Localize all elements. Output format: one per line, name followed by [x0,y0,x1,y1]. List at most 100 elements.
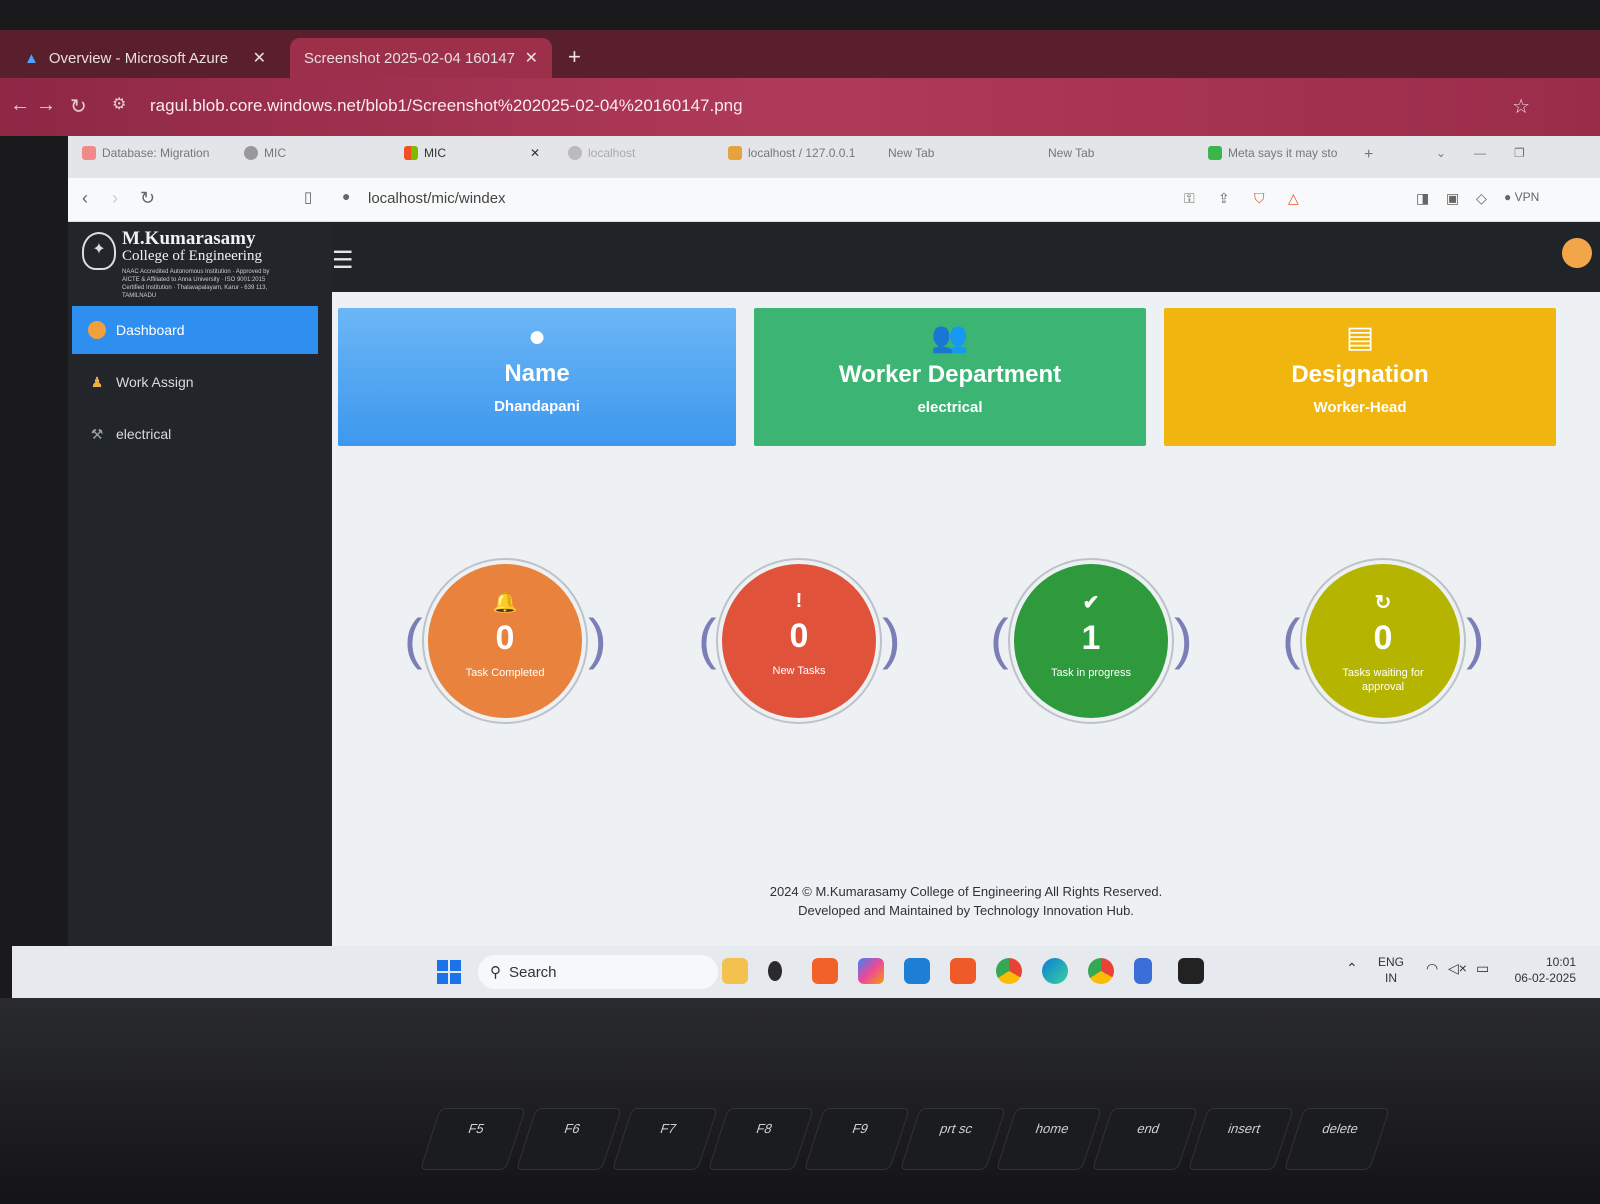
inner-tab[interactable]: localhost [568,146,635,160]
share-icon[interactable]: ⇪ [1218,190,1230,207]
stat-task-completed[interactable]: ( 🔔 0 Task Completed ) [404,558,607,724]
card-title: Name [504,360,570,387]
inner-address-bar: ‹ › ↻ ▯ ● localhost/mic/windex ⚿ ⇪ ⛉ △ ◨… [68,178,1600,222]
minimize-icon[interactable]: — [1474,146,1486,160]
outer-tab-azure[interactable]: ▲ Overview - Microsoft Azure ✕ [10,38,280,78]
star-icon[interactable]: ☆ [1512,94,1530,119]
back-icon[interactable]: ← [10,94,30,117]
brave-icon[interactable] [950,958,976,984]
college-logo[interactable]: ✦ M.Kumarasamy College of Engineering NA… [82,228,322,306]
card-value: Worker-Head [1313,399,1407,416]
brave-rewards-icon[interactable]: △ [1288,190,1299,207]
battery-icon[interactable]: ▭ [1476,960,1489,976]
inner-tab[interactable]: New Tab [888,146,934,160]
new-tab-button[interactable]: + [1364,146,1373,164]
sidebar-item-dashboard[interactable]: Dashboard [72,306,318,354]
card-title: Worker Department [838,361,1062,388]
reload-icon[interactable]: ↻ [70,94,87,119]
outer-tab-screenshot[interactable]: Screenshot 2025-02-04 160147 ✕ [290,38,552,78]
windows-start-icon[interactable] [437,960,461,984]
close-icon[interactable]: ✕ [525,48,538,68]
sidebar-item-work-assign[interactable]: ♟ Work Assign [72,358,318,406]
vpn-button[interactable]: ● VPN [1504,190,1539,204]
xampp-icon[interactable] [812,958,838,984]
inner-tab[interactable]: Meta says it may sto [1208,146,1337,160]
restore-icon[interactable]: ❐ [1514,146,1525,160]
bell-icon: 🔔 [492,592,518,614]
outer-address-bar: ← → ↻ ⚙ ragul.blob.core.windows.net/blob… [0,78,1600,136]
wifi-icon[interactable]: ◠ [1426,960,1438,976]
menu-icon[interactable]: ☰ [332,246,354,275]
stat-task-in-progress[interactable]: ( ✔ 1 Task in progress ) [990,558,1193,724]
edge-icon[interactable] [1042,958,1068,984]
inner-tab-label: MIC [264,146,286,160]
chrome-profile-icon[interactable] [1088,958,1114,984]
card-title: Designation [1291,361,1429,388]
bracket-left: ( [404,607,423,670]
stat-circle: ! 0 New Tasks [722,564,876,718]
footer-copyright: 2024 © M.Kumarasamy College of Engineeri… [769,884,1163,899]
worker-icon: ⚒ [90,425,104,442]
new-tab-button[interactable]: + [568,44,581,70]
sidebar-item-electrical[interactable]: ⚒ electrical [72,410,318,458]
inner-tab-bar: Database: Migration MIC MIC ✕ localhost l… [68,136,1600,178]
stat-new-tasks[interactable]: ( ! 0 New Tasks ) [698,558,901,724]
brave-shield-icon[interactable]: ⛉ [1254,190,1265,207]
sidebar-icon[interactable]: ◨ [1416,190,1429,207]
outer-tab-bar: ▲ Overview - Microsoft Azure ✕ Screensho… [0,30,1600,78]
taskbar-search[interactable]: ⚲ Search [478,955,718,989]
reload-icon[interactable]: ↻ [140,188,155,209]
info-icon[interactable]: ● [342,188,350,204]
copilot-icon[interactable] [858,958,884,984]
outer-url-field[interactable]: ragul.blob.core.windows.net/blob1/Screen… [150,96,743,116]
id-card-icon: ▤ [1345,321,1375,354]
vscode-icon[interactable] [904,958,930,984]
inner-tab[interactable]: New Tab [1048,146,1094,160]
file-explorer-icon[interactable] [722,958,748,984]
card-value: electrical [917,399,983,416]
app-icon[interactable] [768,961,782,981]
stat-value: 0 [495,619,515,657]
site-settings-icon[interactable]: ⚙ [112,94,126,114]
terminal-icon[interactable] [1178,958,1204,984]
chevron-up-icon[interactable]: ⌃ [1346,960,1358,976]
key-prtsc: prt sc [899,1108,1007,1170]
bracket-left: ( [1282,607,1301,670]
inner-tab-label: localhost [588,146,636,160]
users-icon: 👥 [931,321,969,354]
language-indicator[interactable]: ENG IN [1378,954,1404,986]
inner-tab[interactable]: MIC [244,146,286,160]
stat-circle: ↻ 0 Tasks waiting for approval [1306,564,1460,718]
close-icon[interactable]: ✕ [530,146,540,160]
key-f9: F9 [803,1108,911,1170]
inner-tab[interactable]: localhost / 127.0.0.1 [728,146,855,160]
brand-subtitle: College of Engineering [122,248,262,264]
key-home: home [995,1108,1103,1170]
inner-tab[interactable]: Database: Migration [82,146,209,160]
key-end: end [1091,1108,1199,1170]
notepad-icon[interactable] [1134,958,1152,984]
key-f6: F6 [515,1108,623,1170]
extensions-icon[interactable]: ◇ [1476,190,1487,207]
clock[interactable]: 10:01 06-02-2025 [1506,954,1576,986]
bookmark-icon[interactable]: ▯ [304,188,312,206]
inner-url-field[interactable]: localhost/mic/windex [368,190,506,207]
key-f5: F5 [419,1108,527,1170]
stat-value: 0 [789,617,809,655]
volume-muted-icon[interactable]: ◁× [1448,960,1467,976]
key-f7: F7 [611,1108,719,1170]
bracket-right: ) [882,607,901,670]
tab-list-icon[interactable]: ⌄ [1436,146,1446,160]
forward-icon[interactable]: → [36,94,56,117]
key-icon[interactable]: ⚿ [1184,190,1195,207]
back-icon[interactable]: ‹ [82,188,88,209]
inner-tab[interactable]: MIC ✕ [404,146,540,160]
forward-icon[interactable]: › [112,188,118,209]
chrome-icon[interactable] [996,958,1022,984]
name-card: ● Name Dhandapani [338,308,736,446]
avatar[interactable] [1562,238,1592,268]
outer-tab-label: Overview - Microsoft Azure [48,49,229,67]
close-icon[interactable]: ✕ [253,48,266,68]
stat-waiting-approval[interactable]: ( ↻ 0 Tasks waiting for approval ) [1282,558,1485,724]
wallet-icon[interactable]: ▣ [1446,190,1459,207]
